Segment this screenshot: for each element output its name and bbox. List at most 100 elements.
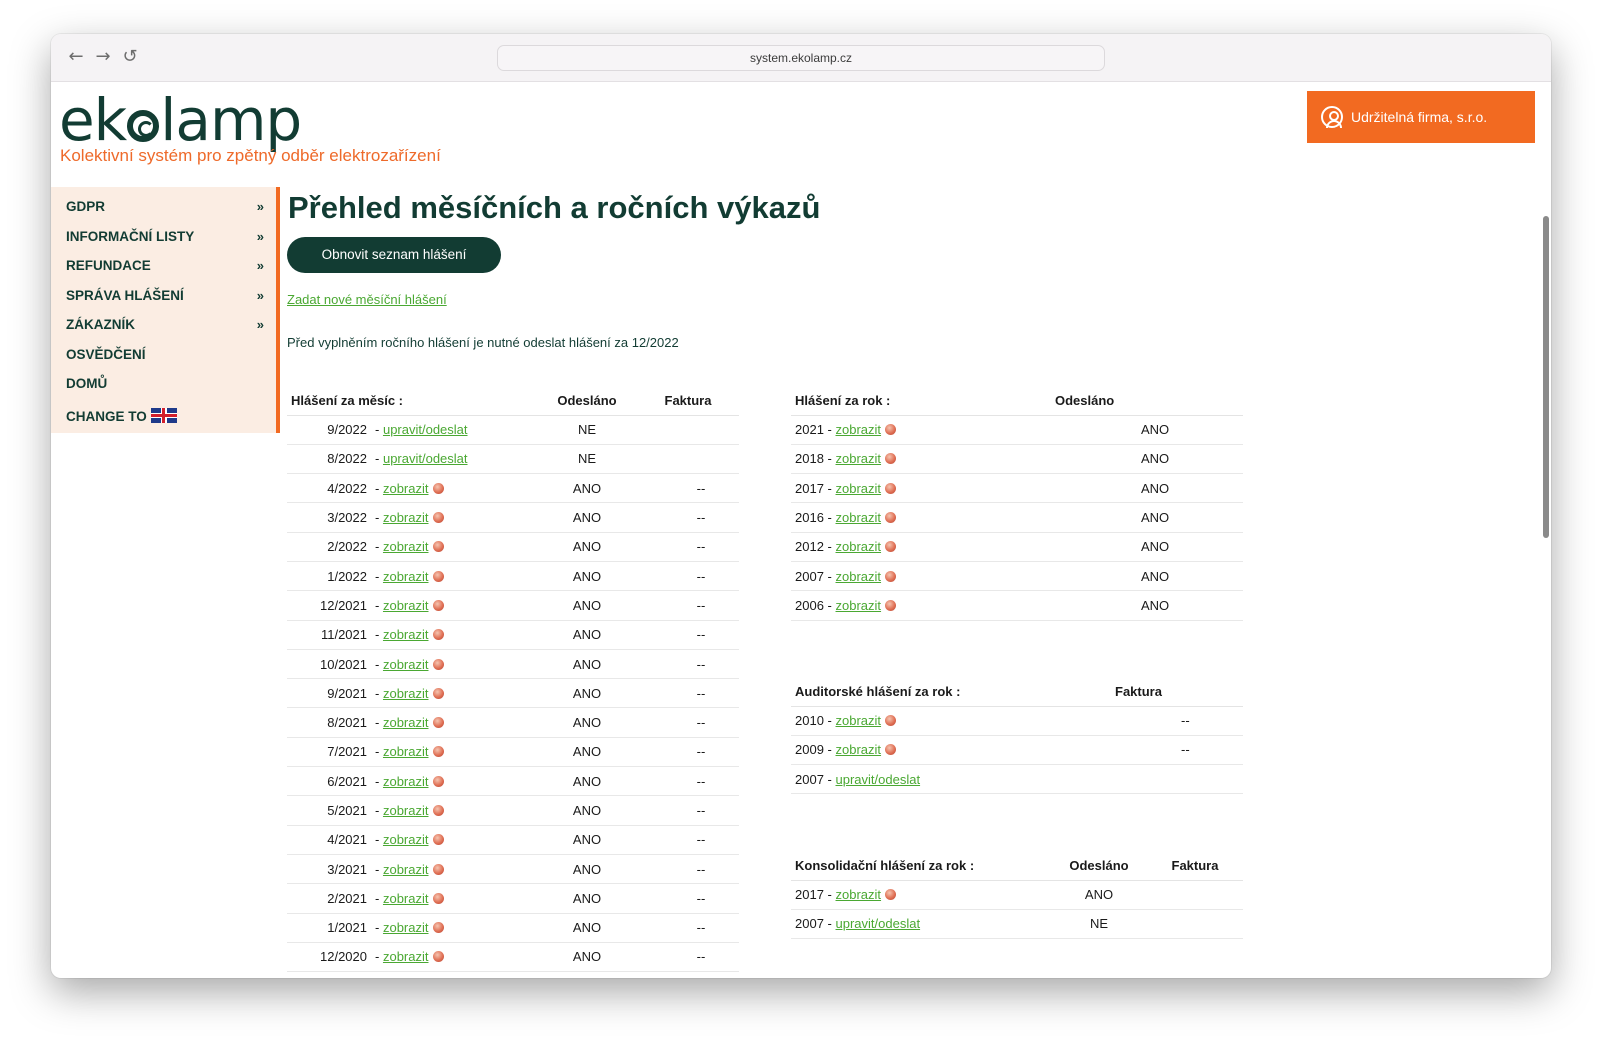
view-link[interactable]: zobrazit	[383, 920, 429, 935]
edit-submit-link[interactable]: upravit/odeslat	[836, 772, 921, 787]
view-link[interactable]: zobrazit	[383, 774, 429, 789]
new-monthly-report-link[interactable]: Zadat nové měsíční hlášení	[287, 292, 447, 307]
view-link[interactable]: zobrazit	[836, 422, 882, 437]
sent-cell: ANO	[1051, 532, 1243, 562]
invoice-cell: --	[637, 707, 739, 738]
view-link[interactable]: zobrazit	[383, 744, 429, 759]
invoice-cell: --	[637, 590, 739, 621]
table-row: 2017 - zobrazit ANO	[791, 473, 1243, 504]
pdf-icon[interactable]	[432, 512, 444, 524]
pdf-icon[interactable]	[432, 629, 444, 641]
sidebar-item-7[interactable]: CHANGE TO	[51, 402, 276, 432]
sidebar-item-1[interactable]: INFORMAČNÍ LISTY »	[51, 222, 276, 252]
view-link[interactable]: zobrazit	[836, 887, 882, 902]
view-link[interactable]: zobrazit	[383, 598, 429, 613]
pdf-icon[interactable]	[432, 570, 444, 582]
separator: -	[375, 510, 380, 526]
view-link[interactable]: zobrazit	[836, 569, 882, 584]
reload-icon[interactable]: ↺	[119, 46, 141, 68]
view-link[interactable]: zobrazit	[383, 657, 429, 672]
page-title: Přehled měsíčních a ročních výkazů	[288, 190, 821, 225]
view-link[interactable]: zobrazit	[383, 891, 429, 906]
pdf-icon[interactable]	[432, 775, 444, 787]
view-link[interactable]: zobrazit	[383, 832, 429, 847]
pdf-icon[interactable]	[432, 834, 444, 846]
pdf-icon[interactable]	[432, 717, 444, 729]
pdf-icon[interactable]	[432, 892, 444, 904]
edit-submit-link[interactable]: upravit/odeslat	[383, 451, 468, 466]
view-link[interactable]: zobrazit	[383, 715, 429, 730]
pdf-icon[interactable]	[885, 541, 897, 553]
separator: -	[375, 685, 380, 701]
pdf-icon[interactable]	[885, 715, 897, 727]
sidebar-item-0[interactable]: GDPR »	[51, 192, 276, 222]
table-row: 9/2022- upravit/odeslat NE	[287, 415, 739, 445]
pdf-icon[interactable]	[885, 889, 897, 901]
edit-submit-link[interactable]: upravit/odeslat	[836, 916, 921, 931]
tagline: Kolektivní systém pro zpětný odběr elekt…	[60, 146, 441, 165]
view-link[interactable]: zobrazit	[836, 539, 882, 554]
column-header-sent: Odesláno	[537, 387, 637, 416]
view-link[interactable]: zobrazit	[383, 949, 429, 964]
view-link[interactable]: zobrazit	[836, 598, 882, 613]
pdf-icon[interactable]	[432, 746, 444, 758]
sidebar-item-6[interactable]: DOMŮ	[51, 369, 276, 399]
forward-arrow-icon[interactable]: →	[92, 46, 114, 68]
table-row: 2006 - zobrazit ANO	[791, 590, 1243, 621]
refresh-reports-button[interactable]: Obnovit seznam hlášení	[287, 237, 501, 273]
pdf-icon[interactable]	[885, 424, 897, 436]
table-row: 1/2022- zobrazit ANO --	[287, 561, 739, 592]
view-link[interactable]: zobrazit	[383, 510, 429, 525]
view-link[interactable]: zobrazit	[383, 627, 429, 642]
pdf-icon[interactable]	[885, 512, 897, 524]
view-link[interactable]: zobrazit	[836, 713, 882, 728]
table-row: 2021 - zobrazit ANO	[791, 415, 1243, 445]
table-row: 2/2021- zobrazit ANO --	[287, 883, 739, 914]
period-cell: 3/2022	[287, 502, 371, 533]
edit-submit-link[interactable]: upravit/odeslat	[383, 422, 468, 437]
view-link[interactable]: zobrazit	[383, 569, 429, 584]
view-link[interactable]: zobrazit	[836, 742, 882, 757]
action-cell: - zobrazit	[371, 561, 537, 592]
pdf-icon[interactable]	[432, 541, 444, 553]
sidebar-item-3[interactable]: SPRÁVA HLÁŠENÍ »	[51, 281, 276, 311]
page-scrollbar[interactable]	[1543, 216, 1549, 538]
uk-flag-icon	[150, 407, 177, 423]
view-link[interactable]: zobrazit	[836, 510, 882, 525]
pdf-icon[interactable]	[432, 863, 444, 875]
pdf-icon[interactable]	[885, 570, 897, 582]
pdf-icon[interactable]	[885, 482, 897, 494]
sent-cell: ANO	[1051, 590, 1243, 621]
user-account-button[interactable]: Udržitelná firma, s.r.o.	[1307, 91, 1535, 143]
view-link[interactable]: zobrazit	[836, 481, 882, 496]
period-cell: 1/2021	[287, 913, 371, 943]
ekolamp-logo[interactable]: ek lamp	[59, 86, 302, 154]
pdf-icon[interactable]	[432, 482, 444, 494]
view-link[interactable]: zobrazit	[383, 862, 429, 877]
view-link[interactable]: zobrazit	[383, 686, 429, 701]
pdf-icon[interactable]	[432, 922, 444, 934]
pdf-icon[interactable]	[432, 805, 444, 816]
back-arrow-icon[interactable]: ←	[65, 46, 87, 68]
sidebar-item-2[interactable]: REFUNDACE »	[51, 251, 276, 281]
view-link[interactable]: zobrazit	[836, 451, 882, 466]
pdf-icon[interactable]	[432, 658, 444, 670]
invoice-cell	[1111, 764, 1243, 795]
view-link[interactable]: zobrazit	[383, 803, 429, 818]
pdf-icon[interactable]	[432, 599, 444, 611]
view-link[interactable]: zobrazit	[383, 481, 429, 496]
sidebar-item-4[interactable]: ZÁKAZNÍK »	[51, 310, 276, 340]
sidebar-item-5[interactable]: OSVĚDČENÍ	[51, 340, 276, 370]
pdf-icon[interactable]	[432, 951, 444, 963]
pdf-icon[interactable]	[432, 687, 444, 699]
pdf-icon[interactable]	[885, 744, 897, 756]
pdf-icon[interactable]	[885, 599, 897, 611]
invoice-cell	[1147, 909, 1243, 940]
invoice-cell: --	[637, 913, 739, 943]
view-link[interactable]: zobrazit	[383, 539, 429, 554]
address-bar[interactable]: system.ekolamp.cz	[497, 45, 1105, 71]
sent-cell: NE	[537, 415, 637, 445]
user-account-label: Udržitelná firma, s.r.o.	[1351, 109, 1488, 125]
pdf-icon[interactable]	[885, 453, 897, 465]
separator: -	[375, 715, 380, 731]
